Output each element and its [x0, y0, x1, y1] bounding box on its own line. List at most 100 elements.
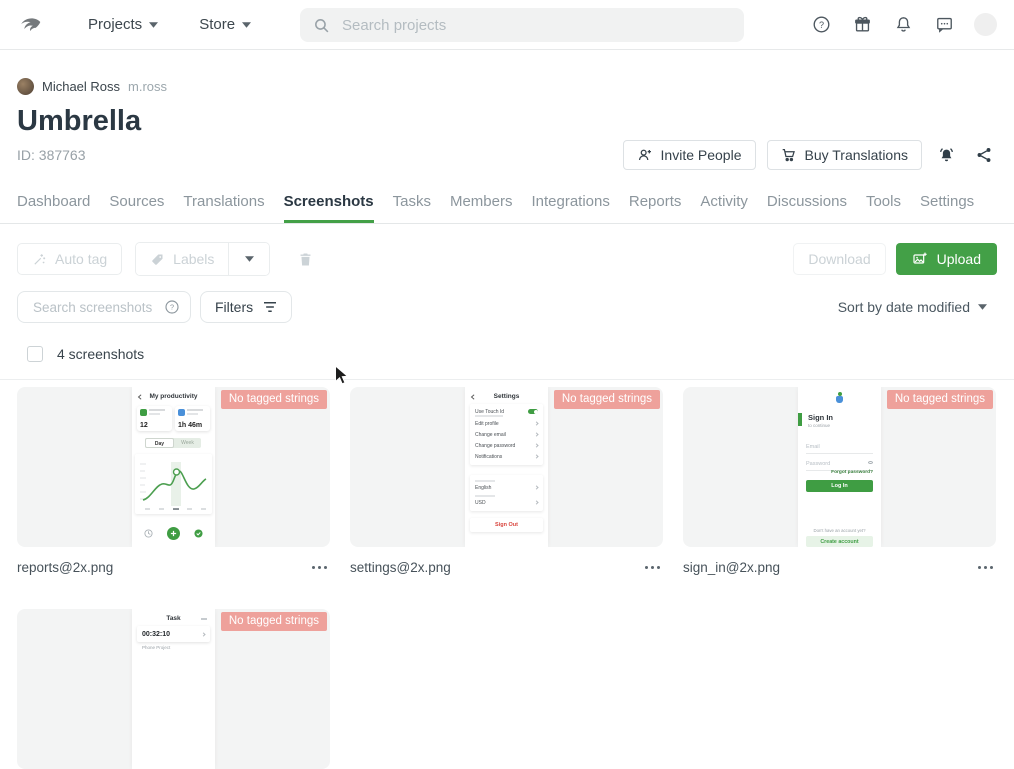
screenshots-toolbar: Auto tag Labels Download Upload	[17, 242, 997, 276]
screenshots-search: ?	[17, 291, 191, 323]
image-add-icon	[912, 251, 928, 267]
download-button[interactable]: Download	[793, 243, 885, 275]
messages-icon[interactable]	[933, 13, 956, 36]
more-actions-button[interactable]	[975, 561, 996, 574]
sign-out-row: Sign Out	[470, 518, 543, 532]
upload-label: Upload	[937, 251, 981, 267]
screenshot-card-task[interactable]: No tagged strings Task 00:32:10 Phone Pr…	[17, 609, 330, 769]
more-actions-button[interactable]	[642, 561, 663, 574]
filename-row: sign_in@2x.png	[683, 559, 996, 576]
invite-people-label: Invite People	[661, 147, 742, 163]
chevron-down-icon	[242, 22, 251, 28]
tab-discussions[interactable]: Discussions	[767, 183, 847, 223]
help-icon[interactable]: ?	[810, 13, 833, 36]
notifications-bell-icon[interactable]	[892, 13, 915, 36]
grid-row-1: No tagged strings My productivity 12 1h …	[17, 387, 997, 576]
toolbar-right: Download Upload	[793, 243, 997, 275]
login-button: Log In	[806, 480, 873, 492]
status-badge: No tagged strings	[887, 390, 993, 409]
tab-tools[interactable]: Tools	[866, 183, 901, 223]
chevron-right-icon	[534, 500, 538, 504]
add-fab-icon	[167, 527, 180, 540]
screenshot-card-reports[interactable]: No tagged strings My productivity 12 1h …	[17, 387, 330, 547]
tab-dashboard[interactable]: Dashboard	[17, 183, 90, 223]
screenshots-grid: No tagged strings My productivity 12 1h …	[0, 380, 1014, 769]
app-logo-icon	[835, 392, 844, 403]
labels-label: Labels	[173, 251, 214, 267]
tab-integrations[interactable]: Integrations	[531, 183, 609, 223]
nav-store-label: Store	[199, 16, 235, 33]
stat-time: 1h 46m	[175, 406, 210, 431]
chevron-right-icon	[534, 454, 538, 458]
settings-list: Use Touch Id Edit profile Change email C…	[470, 404, 543, 465]
tab-reports[interactable]: Reports	[629, 183, 682, 223]
nav-store[interactable]: Store	[199, 16, 251, 33]
svg-text:?: ?	[819, 20, 824, 30]
filters-button[interactable]: Filters	[200, 291, 292, 323]
clock-icon	[144, 529, 153, 538]
subscribe-bell-icon[interactable]	[933, 142, 960, 169]
nav-projects[interactable]: Projects	[88, 16, 158, 33]
tab-sources[interactable]: Sources	[109, 183, 164, 223]
settings-locale: English USD	[470, 475, 543, 511]
check-icon	[194, 529, 203, 538]
filename-row: reports@2x.png	[17, 559, 330, 576]
page-title: Umbrella	[17, 105, 997, 138]
trash-icon	[297, 251, 314, 268]
thumb-stats: 12 1h 46m	[137, 406, 210, 431]
filters-label: Filters	[215, 299, 253, 315]
screenshot-card-settings[interactable]: No tagged strings Settings Use Touch Id …	[350, 387, 663, 547]
project-tabs: Dashboard Sources Translations Screensho…	[0, 183, 1014, 224]
screenshot-item: No tagged strings Settings Use Touch Id …	[350, 387, 663, 576]
tab-settings[interactable]: Settings	[920, 183, 974, 223]
thumb-bottom-bar	[132, 527, 215, 540]
share-icon[interactable]	[971, 142, 997, 168]
tab-translations[interactable]: Translations	[183, 183, 264, 223]
user-avatar[interactable]	[974, 13, 997, 36]
screenshot-thumbnail: Settings Use Touch Id Edit profile Chang…	[465, 387, 548, 547]
top-navbar: Projects Store ?	[0, 0, 1014, 50]
projects-search	[300, 8, 744, 42]
project-owner[interactable]: Michael Ross m.ross	[17, 78, 997, 95]
labels-dropdown-caret[interactable]	[229, 243, 269, 275]
tab-members[interactable]: Members	[450, 183, 513, 223]
screenshot-thumbnail: Sign In to continue Email Password Forgo…	[798, 387, 881, 547]
chevron-down-icon	[149, 22, 158, 28]
thumb-title: Settings	[465, 393, 548, 400]
crowdin-logo-icon[interactable]	[17, 12, 43, 38]
buy-translations-button[interactable]: Buy Translations	[767, 140, 923, 170]
auto-tag-button[interactable]: Auto tag	[17, 243, 122, 275]
tab-tasks[interactable]: Tasks	[393, 183, 431, 223]
screenshot-item: No tagged strings Task 00:32:10 Phone Pr…	[17, 609, 330, 769]
sort-dropdown[interactable]: Sort by date modified	[838, 299, 997, 315]
thumb-title: My productivity	[132, 393, 215, 400]
projects-search-input[interactable]	[340, 16, 731, 35]
tab-activity[interactable]: Activity	[700, 183, 748, 223]
select-all-checkbox[interactable]	[27, 346, 43, 362]
screenshot-card-signin[interactable]: No tagged strings Sign In to continue Em…	[683, 387, 996, 547]
screenshots-count: 4 screenshots	[57, 346, 144, 362]
sort-label: Sort by date modified	[838, 299, 970, 315]
status-badge: No tagged strings	[221, 390, 327, 409]
magic-wand-icon	[32, 252, 47, 267]
search-help-icon[interactable]: ?	[164, 299, 180, 315]
labels-button[interactable]: Labels	[136, 243, 229, 275]
chevron-right-icon	[534, 443, 538, 447]
screenshot-filename: settings@2x.png	[350, 560, 451, 575]
screenshot-filename: reports@2x.png	[17, 560, 113, 575]
download-label: Download	[808, 251, 870, 267]
screenshots-search-input[interactable]	[31, 299, 158, 316]
thumb-chart	[135, 454, 212, 514]
more-actions-button[interactable]	[309, 561, 330, 574]
gift-icon[interactable]	[851, 13, 874, 36]
owner-username: m.ross	[128, 79, 167, 94]
selection-row: 4 screenshots	[17, 346, 997, 362]
delete-button[interactable]	[293, 247, 318, 272]
owner-name: Michael Ross	[42, 79, 120, 94]
topbar-actions: ?	[810, 13, 997, 36]
toggle-icon	[528, 409, 538, 414]
upload-button[interactable]: Upload	[896, 243, 997, 275]
status-badge: No tagged strings	[554, 390, 660, 409]
invite-people-button[interactable]: Invite People	[623, 140, 756, 170]
tab-screenshots[interactable]: Screenshots	[284, 183, 374, 223]
